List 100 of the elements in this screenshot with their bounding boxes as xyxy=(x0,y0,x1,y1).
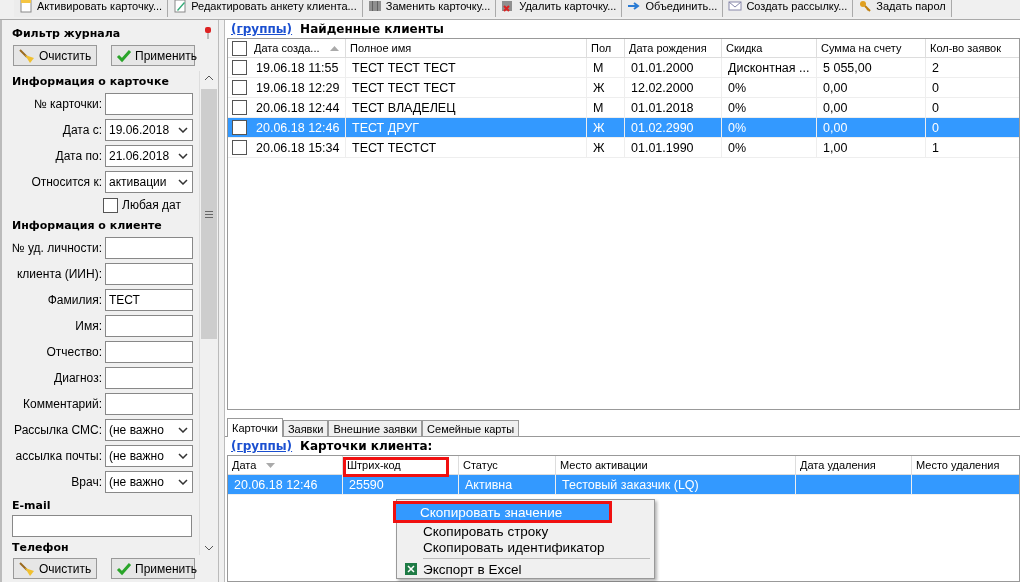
table-cell: 12.02.2000 xyxy=(625,78,722,97)
tab[interactable]: Карточки xyxy=(227,418,283,437)
field-label: Фамилия: xyxy=(47,293,102,307)
field-label: Отчество: xyxy=(46,345,102,359)
table-cell: Ж xyxy=(587,78,625,97)
spreadsheet-icon xyxy=(404,562,418,576)
column-header[interactable]: Место активации xyxy=(556,456,796,474)
chevron-down-icon xyxy=(178,479,188,485)
table-row[interactable]: 20.06.18 15:34 ТЕСТ ТЕСТСТ Ж 01.01.1990 0% 1,00 1 xyxy=(228,138,1019,158)
table-cell: Дисконтная ... xyxy=(722,58,817,77)
field-label: Врач: xyxy=(71,475,102,489)
input-field[interactable]: ТЕСТ xyxy=(105,289,193,311)
input-field[interactable] xyxy=(105,315,193,337)
scrollbar-thumb[interactable] xyxy=(201,89,217,339)
menu-item[interactable]: Экспорт в Excel xyxy=(399,561,652,577)
dropdown[interactable]: 21.06.2018 xyxy=(105,145,193,167)
chevron-down-icon xyxy=(178,179,188,185)
clear-button[interactable]: Очистить xyxy=(13,45,97,66)
toolbar-button[interactable]: Заменить карточку... xyxy=(362,0,497,17)
table-cell: 19.06.18 11:55 xyxy=(250,58,346,77)
table-row[interactable]: 19.06.18 11:55 ТЕСТ ТЕСТ ТЕСТ М 01.01.2000 Дисконтная ... 5 055,00 2 xyxy=(228,58,1019,78)
toolbar-button[interactable]: Активировать карточку... xyxy=(14,0,169,17)
table-cell: 2 xyxy=(926,58,1020,77)
pin-icon xyxy=(204,26,212,40)
table-cell: 5 055,00 xyxy=(817,58,926,77)
table-cell: 0 xyxy=(926,78,1020,97)
table-cell: ТЕСТ ТЕСТСТ xyxy=(346,138,587,157)
grid-title: Карточки клиента: xyxy=(300,439,433,453)
table-cell: 19.06.18 12:29 xyxy=(250,78,346,97)
checkbox[interactable] xyxy=(231,40,247,56)
apply-button[interactable]: Применить xyxy=(111,45,195,66)
checkmark-icon xyxy=(116,561,132,576)
table-cell: 01.02.2990 xyxy=(625,118,722,137)
toolbar-button[interactable]: Редактировать анкету клиента... xyxy=(168,0,363,17)
menu-item[interactable]: Скопировать строку xyxy=(399,523,652,539)
clear-button[interactable]: Очистить xyxy=(13,558,97,579)
panel-title: Фильтр журнала xyxy=(12,26,121,40)
tab[interactable]: Заявки xyxy=(282,420,329,436)
input-field[interactable] xyxy=(105,393,193,415)
chevron-down-icon xyxy=(178,453,188,459)
table-cell: 25590 xyxy=(343,475,459,494)
table-cell: 01.01.1990 xyxy=(625,138,722,157)
toolbar-button[interactable]: Удалить карточку... xyxy=(496,0,623,17)
column-header[interactable]: Дата удаления xyxy=(796,456,912,474)
field-label: ассылка почты: xyxy=(15,449,102,463)
email-field[interactable] xyxy=(12,515,192,537)
toolbar-button[interactable]: Задать парол xyxy=(853,0,952,17)
column-header[interactable]: Кол-во заявок xyxy=(926,39,1020,57)
table-row[interactable]: 19.06.18 12:29 ТЕСТ ТЕСТ ТЕСТ Ж 12.02.2000 0% 0,00 0 xyxy=(228,78,1019,98)
pencil-document-icon xyxy=(173,0,188,13)
field-label: № уд. личности: xyxy=(11,241,102,255)
column-header[interactable]: Статус xyxy=(459,456,556,474)
column-header[interactable]: Полное имя xyxy=(346,39,587,57)
checkbox[interactable] xyxy=(231,60,247,75)
column-header[interactable]: Скидка xyxy=(722,39,817,57)
checkbox[interactable] xyxy=(231,80,247,95)
checkbox[interactable] xyxy=(103,197,118,213)
toolbar-button[interactable]: Создать рассылку... xyxy=(723,0,854,17)
tab[interactable]: Семейные карты xyxy=(422,420,520,436)
apply-button[interactable]: Применить xyxy=(111,558,195,579)
input-field[interactable] xyxy=(105,367,193,389)
toolbar-button[interactable]: Объединить... xyxy=(622,0,724,17)
column-header[interactable]: Сумма на счету xyxy=(817,39,926,57)
input-field[interactable] xyxy=(105,341,193,363)
column-header[interactable]: Штрих-код xyxy=(343,456,459,474)
column-header[interactable]: Дата рождения xyxy=(625,39,722,57)
sort-descending-icon xyxy=(266,462,276,468)
column-header[interactable]: Дата xyxy=(228,456,343,474)
table-cell: 20.06.18 15:34 xyxy=(250,138,346,157)
input-field[interactable] xyxy=(105,93,193,115)
menu-item[interactable]: Скопировать идентификатор xyxy=(399,539,652,555)
table-cell: 0% xyxy=(722,78,817,97)
table-cell: Активна xyxy=(459,475,556,494)
dropdown[interactable]: активации xyxy=(105,171,193,193)
dropdown[interactable]: (не важно xyxy=(105,445,193,467)
checkbox[interactable] xyxy=(231,140,247,155)
groups-link[interactable]: (группы) xyxy=(231,439,293,453)
grid-title: Найденные клиенты xyxy=(300,22,444,36)
column-header[interactable]: Пол xyxy=(587,39,625,57)
input-field[interactable] xyxy=(105,263,193,285)
dropdown[interactable]: 19.06.2018 xyxy=(105,119,193,141)
section-title: E-mail xyxy=(12,499,52,512)
field-label: Дата с: xyxy=(62,123,102,137)
checkbox[interactable] xyxy=(231,120,247,135)
table-cell: 01.01.2018 xyxy=(625,98,722,117)
chevron-down-icon xyxy=(204,545,214,551)
input-field[interactable] xyxy=(105,237,193,259)
checkbox[interactable] xyxy=(231,100,247,115)
table-cell: 01.01.2000 xyxy=(625,58,722,77)
column-header[interactable]: Дата созда... xyxy=(250,39,346,57)
arrow-icon xyxy=(627,0,642,13)
tab[interactable]: Внешние заявки xyxy=(328,420,423,436)
table-cell: М xyxy=(587,58,625,77)
table-cell: 0% xyxy=(722,118,817,137)
checkbox-label: Любая дат xyxy=(122,198,182,212)
dropdown[interactable]: (не важно xyxy=(105,471,193,493)
column-header[interactable]: Место удаления xyxy=(912,456,1020,474)
dropdown[interactable]: (не важно xyxy=(105,419,193,441)
table-cell: 20.06.18 12:46 xyxy=(250,118,346,137)
groups-link[interactable]: (группы) xyxy=(231,22,293,36)
